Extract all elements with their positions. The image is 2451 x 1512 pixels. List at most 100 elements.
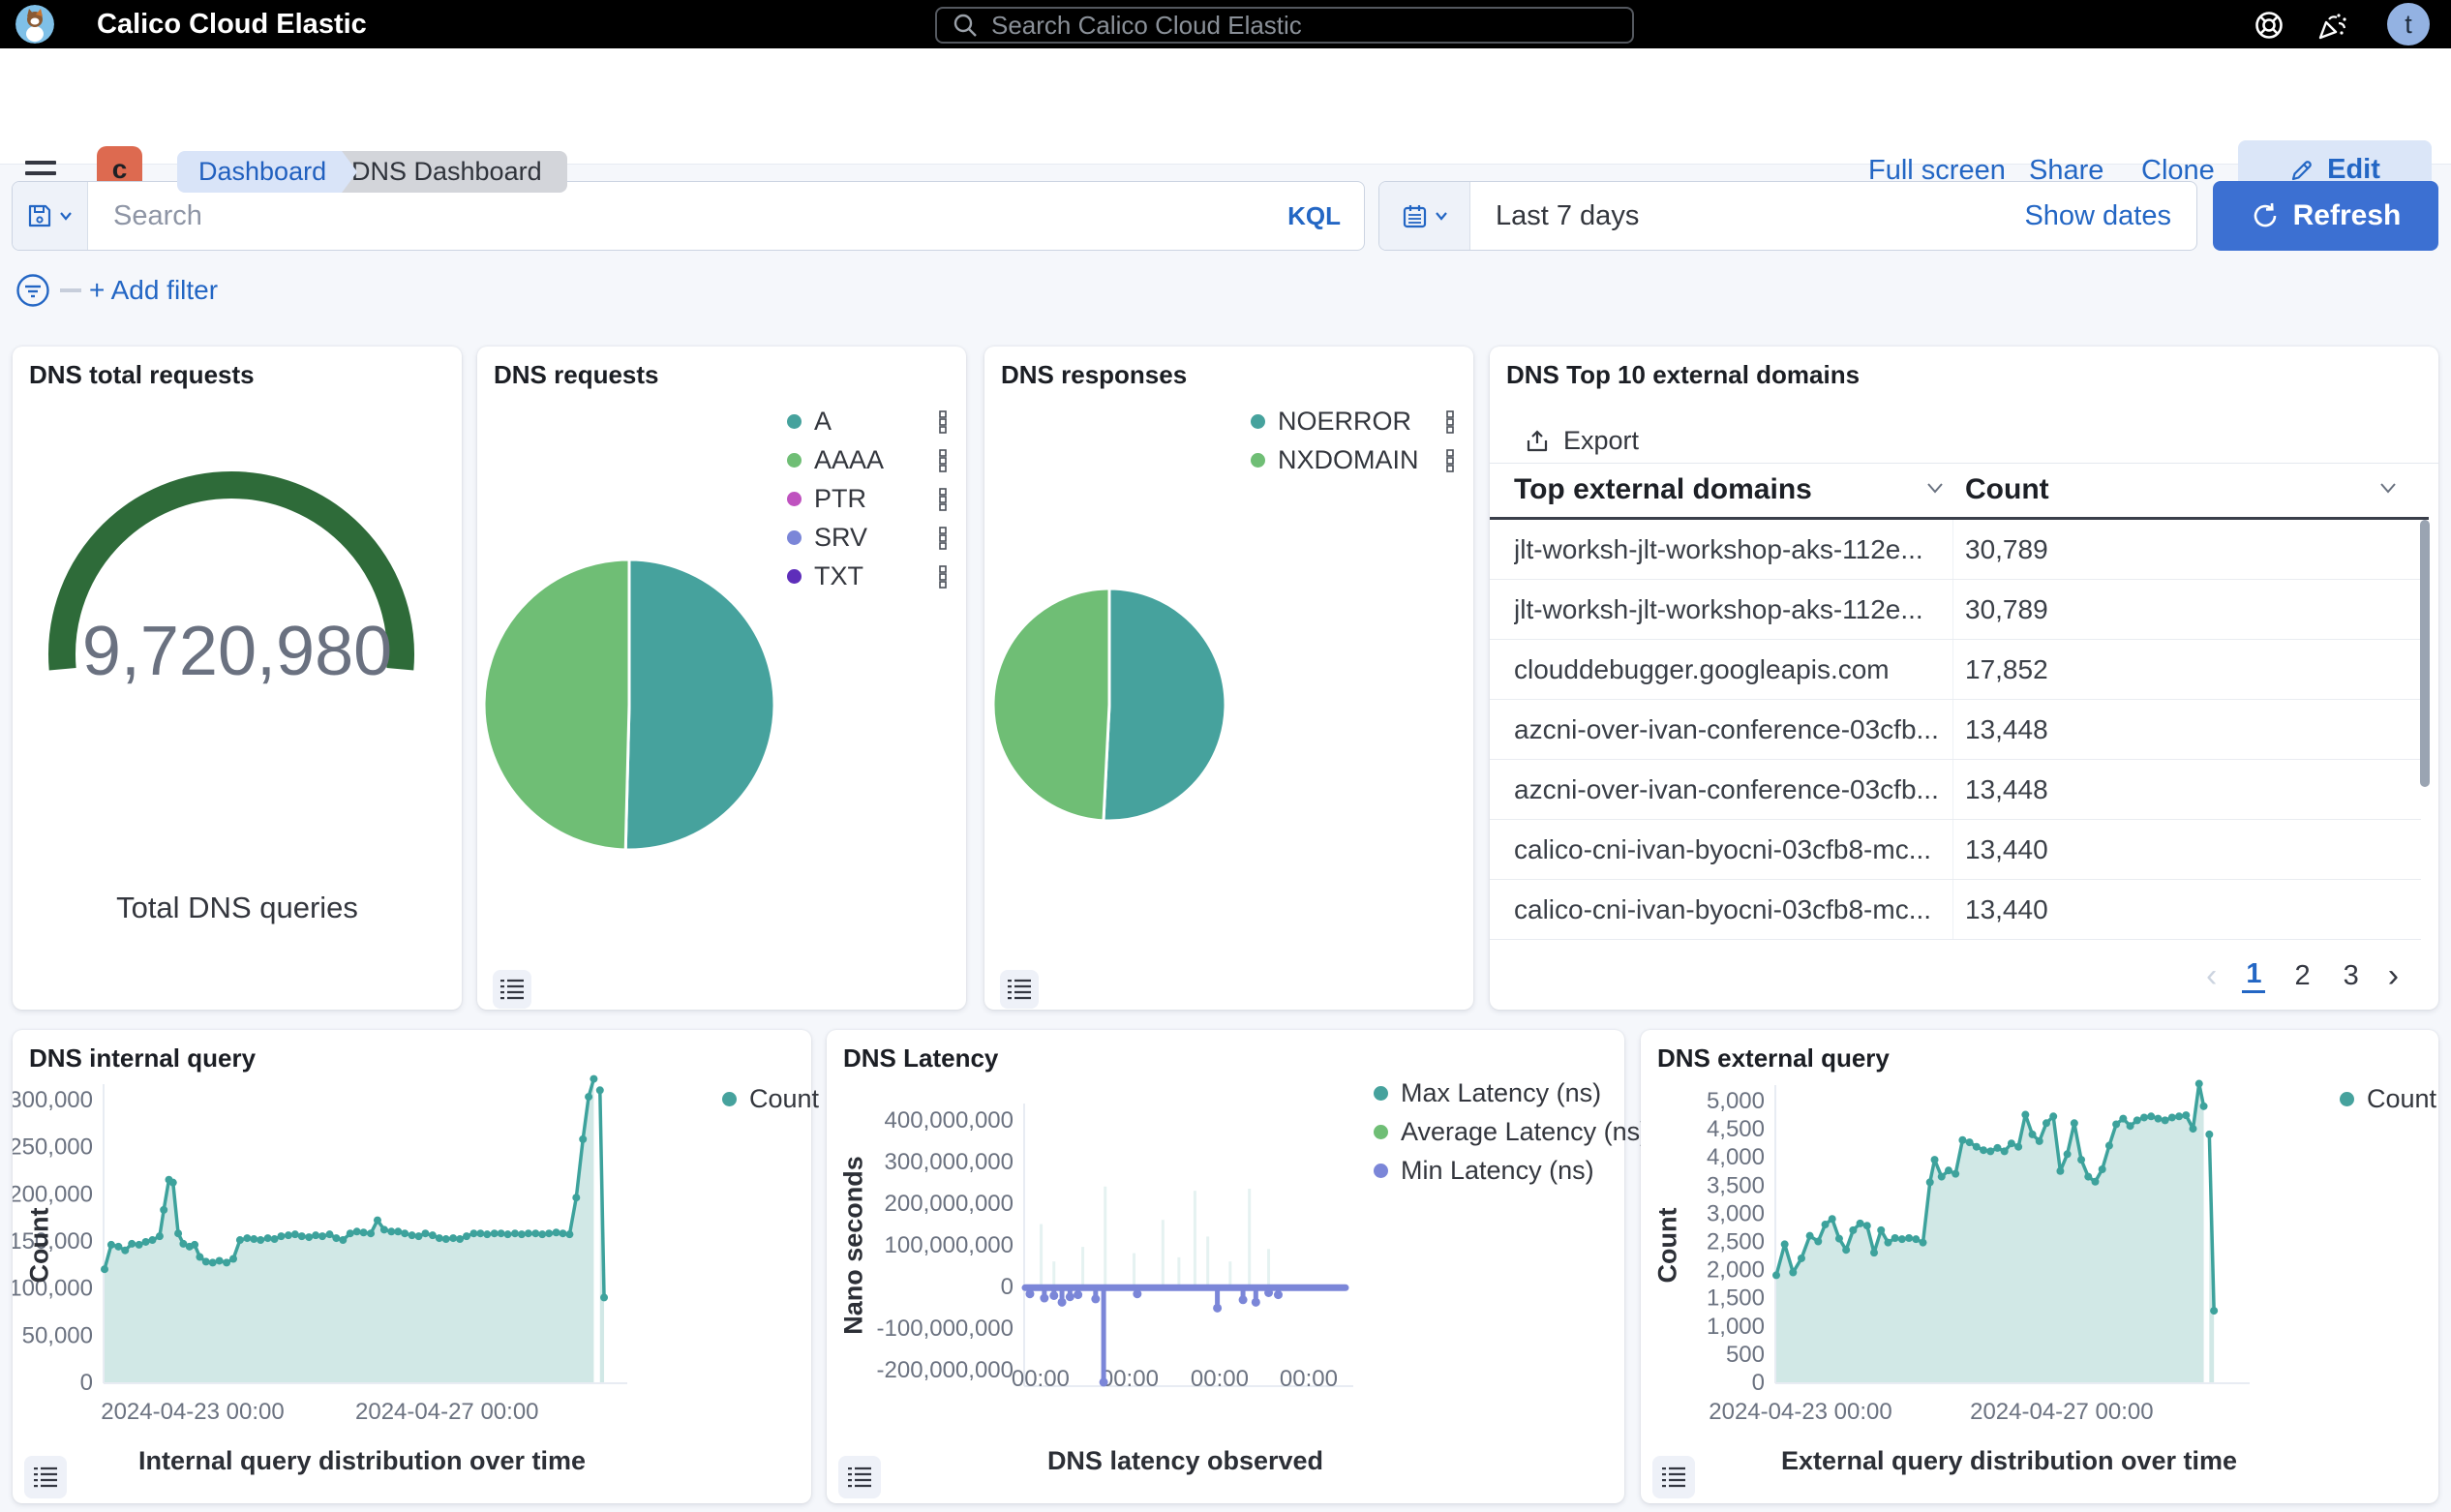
legend-toggle-button[interactable]: [1652, 1456, 1695, 1498]
search-icon: [953, 13, 978, 38]
legend-dot: [787, 492, 802, 506]
export-icon: [1525, 429, 1550, 454]
legend-item[interactable]: A: [787, 408, 949, 435]
legend-item[interactable]: NOERROR: [1251, 408, 1456, 435]
add-filter-button[interactable]: + Add filter: [89, 273, 218, 308]
svg-text:200,000,000: 200,000,000: [885, 1191, 1014, 1217]
legend-item[interactable]: Average Latency (ns): [1374, 1119, 1619, 1145]
table-scrollbar[interactable]: [2420, 520, 2430, 787]
internal-query-legend[interactable]: Count: [722, 1084, 819, 1114]
divider: [1490, 463, 2438, 464]
kql-toggle[interactable]: KQL: [1287, 201, 1364, 231]
legend-dot: [787, 414, 802, 429]
svg-text:00:00: 00:00: [1191, 1366, 1249, 1392]
panel-dns-internal-query: DNS internal query 050,000100,000150,000…: [13, 1030, 811, 1503]
column-header-domains[interactable]: Top external domains: [1514, 473, 1812, 506]
cell-domain: azcni-over-ivan-conference-03cfb...: [1514, 760, 1945, 820]
global-search-input[interactable]: Search Calico Cloud Elastic: [935, 7, 1634, 44]
table-row: calico-cni-ivan-byocni-03cfb8-mc... 13,44…: [1490, 880, 2421, 940]
panel-title: DNS Top 10 external domains: [1506, 360, 1860, 390]
table-header-row: Top external domains Count: [1490, 473, 2438, 517]
chevron-down-icon[interactable]: [2378, 481, 2398, 499]
list-icon: [499, 978, 525, 1001]
legend-dot: [787, 569, 802, 584]
news-icon[interactable]: [2315, 10, 2346, 41]
legend-item[interactable]: AAAA: [787, 447, 949, 473]
legend-dot: [1251, 414, 1265, 429]
table-row: jlt-worksh-jlt-workshop-aks-112e...30,78…: [1490, 580, 2421, 640]
user-avatar[interactable]: t: [2387, 3, 2430, 45]
refresh-button[interactable]: Refresh: [2213, 181, 2438, 251]
saved-query-menu[interactable]: [13, 182, 88, 250]
export-button[interactable]: Export: [1525, 426, 1639, 456]
legend-actions-icon[interactable]: [1445, 448, 1456, 473]
svg-text:100,000,000: 100,000,000: [885, 1232, 1014, 1258]
legend-dot: [1374, 1086, 1388, 1101]
legend-item[interactable]: PTR: [787, 486, 949, 512]
legend-actions-icon[interactable]: [938, 564, 949, 590]
time-range-value[interactable]: Last 7 days: [1470, 200, 2024, 232]
cell-count: 17,852: [1965, 640, 2048, 700]
legend-label: TXT: [814, 561, 863, 591]
legend-actions-icon[interactable]: [1445, 409, 1456, 435]
legend-item[interactable]: Max Latency (ns): [1374, 1080, 1619, 1106]
legend-item[interactable]: SRV: [787, 525, 949, 551]
svg-text:2024-04-23 00:00: 2024-04-23 00:00: [1709, 1399, 1892, 1425]
breadcrumb-dashboard[interactable]: Dashboard: [177, 151, 357, 193]
pagination-page[interactable]: 2: [2290, 960, 2314, 992]
calico-logo-icon[interactable]: [15, 5, 54, 44]
svg-text:300,000,000: 300,000,000: [885, 1149, 1014, 1175]
svg-text:3,500: 3,500: [1707, 1172, 1765, 1198]
cell-domain: calico-cni-ivan-byocni-03cfb8-mc...: [1514, 820, 1945, 880]
pagination-prev-icon[interactable]: ‹: [2206, 959, 2217, 992]
chevron-down-icon[interactable]: [1925, 481, 1945, 499]
time-range-picker[interactable]: Last 7 days Show dates: [1378, 181, 2197, 251]
cell-domain: clouddebugger.googleapis.com: [1514, 640, 1945, 700]
pagination-next-icon[interactable]: ›: [2388, 959, 2399, 992]
svg-text:1,500: 1,500: [1707, 1285, 1765, 1312]
legend-dot: [1374, 1125, 1388, 1139]
legend-actions-icon[interactable]: [938, 448, 949, 473]
legend-actions-icon[interactable]: [938, 487, 949, 512]
legend-item[interactable]: NXDOMAIN: [1251, 447, 1456, 473]
filter-icon[interactable]: [15, 273, 50, 308]
external-query-legend[interactable]: Count: [2340, 1084, 2436, 1114]
legend-toggle-button[interactable]: [838, 1456, 881, 1498]
dns-responses-legend: NOERROR NXDOMAIN: [1251, 408, 1456, 473]
legend-actions-icon[interactable]: [938, 526, 949, 551]
external-query-chart[interactable]: 05001,0001,5002,0002,5003,0003,5004,0004…: [1641, 1030, 2438, 1503]
cell-count: 13,440: [1965, 880, 2048, 940]
list-icon: [1661, 1466, 1686, 1489]
show-dates-button[interactable]: Show dates: [2024, 200, 2196, 232]
internal-query-chart[interactable]: 050,000100,000150,000200,000250,000300,0…: [13, 1030, 811, 1503]
dashboard-toolbar: c Dashboard DNS Dashboard Full screen Sh…: [0, 48, 2451, 165]
list-icon: [1007, 978, 1032, 1001]
help-icon[interactable]: [2254, 10, 2285, 41]
column-header-count[interactable]: Count: [1965, 473, 2049, 506]
table-pagination: ‹ 123 ›: [2206, 956, 2399, 995]
legend-dot: [787, 453, 802, 468]
cell-domain: calico-cni-ivan-byocni-03cfb8-mc...: [1514, 880, 1945, 940]
calendar-menu[interactable]: [1379, 182, 1470, 250]
legend-label: Max Latency (ns): [1401, 1078, 1601, 1108]
legend-actions-icon[interactable]: [938, 409, 949, 435]
legend-label: AAAA: [814, 445, 884, 475]
legend-item[interactable]: Min Latency (ns): [1374, 1158, 1619, 1184]
svg-text:-200,000,000: -200,000,000: [877, 1357, 1014, 1383]
legend-toggle-button[interactable]: [24, 1456, 67, 1498]
legend-toggle-button[interactable]: [493, 970, 531, 1009]
svg-text:500: 500: [1726, 1342, 1765, 1368]
pagination-page[interactable]: 3: [2340, 960, 2363, 992]
svg-text:0: 0: [80, 1370, 93, 1396]
cell-count: 13,440: [1965, 820, 2048, 880]
svg-text:4,000: 4,000: [1707, 1144, 1765, 1170]
latency-legend: Max Latency (ns) Average Latency (ns) Min …: [1374, 1080, 1619, 1184]
legend-label: NOERROR: [1278, 407, 1411, 437]
search-input[interactable]: Search: [88, 200, 1287, 232]
legend-toggle-button[interactable]: [1000, 970, 1039, 1009]
legend-item[interactable]: TXT: [787, 563, 949, 590]
legend-label: A: [814, 407, 832, 437]
panel-dns-external-query: DNS external query 05001,0001,5002,0002,…: [1641, 1030, 2438, 1503]
calendar-icon: [1402, 203, 1428, 229]
pagination-page[interactable]: 1: [2242, 958, 2265, 993]
